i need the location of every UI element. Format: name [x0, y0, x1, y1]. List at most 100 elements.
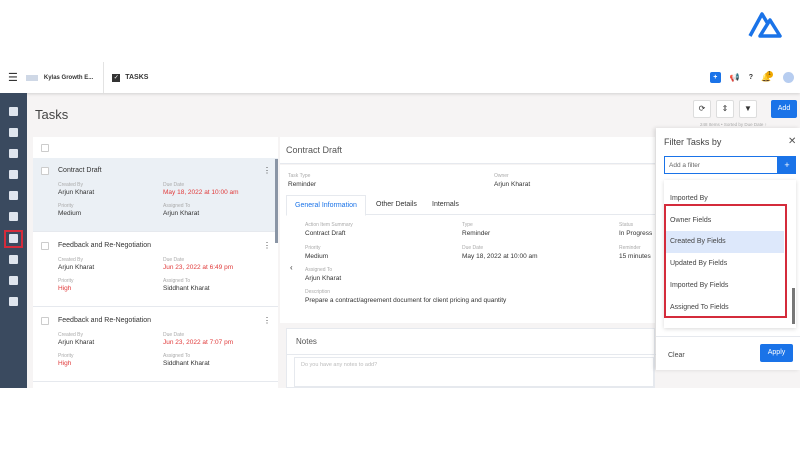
- close-icon[interactable]: ✕: [788, 136, 796, 147]
- notes-input[interactable]: Do you have any notes to add?: [294, 357, 654, 387]
- assigned-value: Arjun Kharat: [305, 275, 342, 282]
- summary-value: Contract Draft: [305, 230, 346, 237]
- task-checkbox[interactable]: [41, 317, 49, 325]
- help-icon[interactable]: ?: [749, 74, 753, 81]
- reminder-value: 15 minutes: [619, 253, 651, 260]
- company-name[interactable]: Kylas Growth E...: [44, 75, 93, 81]
- list-meta: 248 Items • Sorted by Due Date ↑: [700, 122, 767, 127]
- created-by-label: Created By: [58, 257, 84, 263]
- clear-button[interactable]: Clear: [668, 352, 685, 359]
- created-by-value: Arjun Kharat: [58, 264, 95, 271]
- contacts-icon[interactable]: [9, 128, 18, 137]
- assigned-to-value: Siddhant Kharat: [163, 285, 210, 292]
- announcement-icon[interactable]: 📢: [730, 73, 740, 82]
- module-title: TASKS: [125, 74, 149, 81]
- filter-button[interactable]: ▼: [739, 100, 757, 118]
- apply-button[interactable]: Apply: [760, 344, 793, 362]
- app-window: ☰ Kylas Growth E... ✓ TASKS + 📢 ? 🔔 1 Tas…: [0, 62, 800, 388]
- tasks-module-icon: ✓: [112, 73, 121, 82]
- due-date-value: May 18, 2022 at 10:00 am: [163, 189, 239, 196]
- select-all-checkbox[interactable]: [41, 144, 49, 152]
- task-type-label: Task Type: [288, 173, 311, 179]
- deals-icon[interactable]: [9, 149, 18, 158]
- previous-arrow-icon[interactable]: ‹: [290, 263, 293, 272]
- leads-icon[interactable]: [9, 170, 18, 179]
- detail-title: Contract Draft: [286, 145, 343, 155]
- reminder-label: Reminder: [619, 245, 641, 251]
- summary-label: Action Item Summary: [305, 222, 353, 228]
- page-title: Tasks: [35, 107, 69, 122]
- assigned-to-value: Siddhant Kharat: [163, 360, 210, 367]
- assigned-to-label: Assigned To: [163, 278, 191, 284]
- add-filter-input[interactable]: Add a filter: [664, 156, 778, 174]
- priority-label: Priority: [58, 278, 74, 284]
- priority-value: High: [58, 360, 72, 367]
- tab-general-information[interactable]: General Information: [286, 195, 366, 216]
- sort-button[interactable]: ⇕: [716, 100, 734, 118]
- assigned-to-value: Arjun Kharat: [163, 210, 200, 217]
- assigned-to-label: Assigned To: [163, 203, 191, 209]
- reports-icon[interactable]: [9, 297, 18, 306]
- due-date-label: Due Date: [163, 332, 185, 338]
- task-title[interactable]: Feedback and Re-Negotiation: [58, 242, 151, 249]
- more-options-icon[interactable]: ⋮: [263, 241, 271, 250]
- due-date-value: Jun 23, 2022 at 6:49 pm: [163, 264, 234, 271]
- dashboard-icon[interactable]: [9, 107, 18, 116]
- due-date-label: Due Date: [163, 182, 185, 188]
- task-detail: Contract Draft Task Type Reminder Owner …: [280, 137, 656, 388]
- filter-title: Filter Tasks by: [664, 137, 722, 147]
- companies-icon[interactable]: [9, 191, 18, 200]
- dropdown-scrollbar[interactable]: [792, 288, 795, 324]
- tab-internals[interactable]: Internals: [424, 195, 467, 214]
- notification-bell-icon[interactable]: 🔔 1: [761, 71, 774, 82]
- created-by-value: Arjun Kharat: [58, 339, 95, 346]
- created-by-label: Created By: [58, 182, 84, 188]
- task-title[interactable]: Feedback and Re-Negotiation: [58, 317, 151, 324]
- calendar-icon[interactable]: [9, 255, 18, 264]
- divider: [103, 62, 105, 93]
- status-label: Status: [619, 222, 634, 228]
- created-by-label: Created By: [58, 332, 84, 338]
- task-list-item[interactable]: Feedback and Re-Negotiation ⋮ Created By…: [33, 308, 278, 382]
- due-date-label: Due Date: [462, 245, 484, 251]
- add-filter-button[interactable]: +: [778, 156, 796, 174]
- task-checkbox[interactable]: [41, 242, 49, 250]
- calls-icon[interactable]: [9, 212, 18, 221]
- notes-title: Notes: [296, 337, 317, 346]
- hamburger-menu-icon[interactable]: ☰: [8, 71, 18, 84]
- task-list: Contract Draft ⋮ Created By Arjun Kharat…: [33, 137, 278, 388]
- owner-value: Arjun Kharat: [494, 181, 531, 188]
- refresh-button[interactable]: ⟳: [693, 100, 711, 118]
- type-label: Type: [462, 222, 473, 228]
- top-bar: ☰ Kylas Growth E... ✓ TASKS + 📢 ? 🔔 1: [0, 62, 800, 93]
- status-value: In Progress: [619, 230, 653, 237]
- sidebar: [0, 93, 27, 388]
- fields-highlight: [664, 204, 787, 318]
- description-value: Prepare a contract/agreement document fo…: [305, 297, 507, 304]
- assigned-to-label: Assigned To: [163, 353, 191, 359]
- quick-add-icon[interactable]: +: [709, 72, 721, 83]
- priority-label: Priority: [305, 245, 321, 251]
- priority-value: Medium: [305, 253, 329, 260]
- more-options-icon[interactable]: ⋮: [263, 166, 271, 175]
- task-checkbox[interactable]: [41, 167, 49, 175]
- more-options-icon[interactable]: ⋮: [263, 316, 271, 325]
- add-button[interactable]: Add: [771, 100, 797, 118]
- priority-label: Priority: [58, 203, 74, 209]
- products-icon[interactable]: [9, 276, 18, 285]
- owner-label: Owner: [494, 173, 509, 179]
- created-by-value: Arjun Kharat: [58, 189, 95, 196]
- tab-other-details[interactable]: Other Details: [368, 195, 425, 214]
- due-date-value: Jun 23, 2022 at 7:07 pm: [163, 339, 234, 346]
- task-list-item[interactable]: Feedback and Re-Negotiation ⋮ Created By…: [33, 233, 278, 307]
- notification-count: 1: [766, 71, 774, 78]
- priority-value: High: [58, 285, 72, 292]
- tasks-icon[interactable]: [9, 234, 18, 243]
- priority-label: Priority: [58, 353, 74, 359]
- user-avatar[interactable]: [783, 72, 794, 83]
- priority-value: Medium: [58, 210, 82, 217]
- task-list-item[interactable]: Contract Draft ⋮ Created By Arjun Kharat…: [33, 158, 278, 232]
- due-date-label: Due Date: [163, 257, 185, 263]
- task-title[interactable]: Contract Draft: [58, 167, 102, 174]
- list-scrollbar[interactable]: [275, 159, 278, 243]
